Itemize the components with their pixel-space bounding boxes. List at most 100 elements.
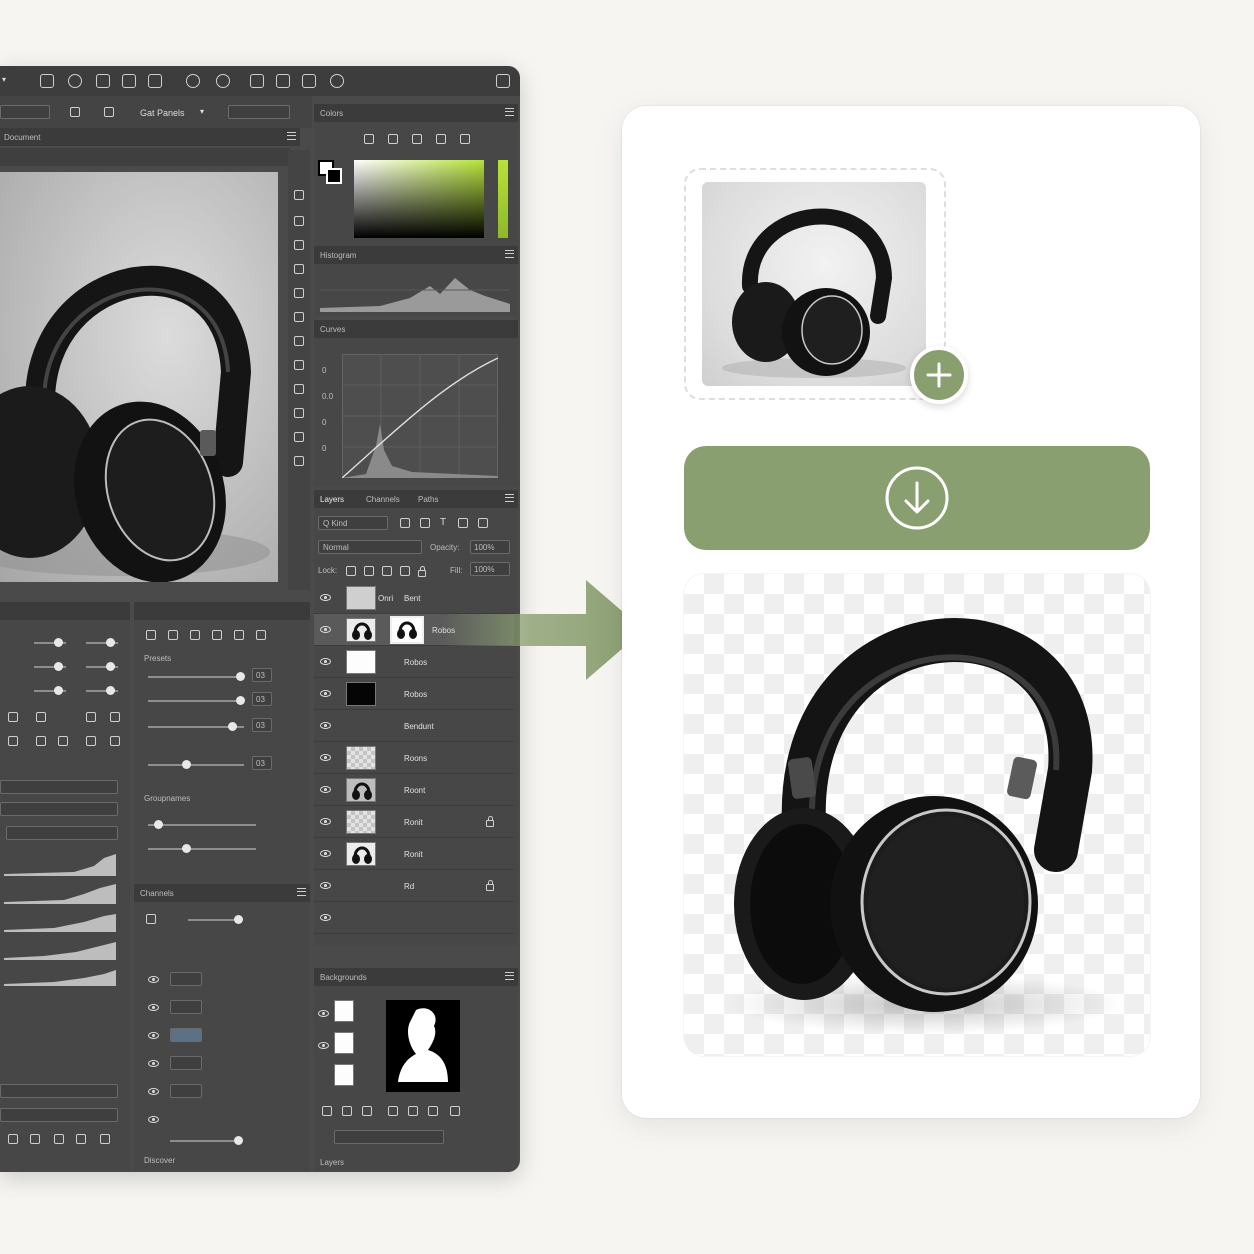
slider[interactable] (86, 686, 118, 695)
lock-artboard-icon[interactable] (400, 566, 410, 576)
transparent-result-preview[interactable] (684, 574, 1150, 1056)
channel-chip[interactable] (170, 1000, 202, 1014)
preset-circle-icon[interactable] (168, 630, 178, 640)
opacity-field[interactable]: 100% (470, 540, 510, 554)
option-icon[interactable] (8, 712, 18, 722)
layer-thumbnail[interactable] (346, 810, 376, 834)
option-icon[interactable] (110, 736, 120, 746)
option-icon[interactable] (110, 712, 120, 722)
shape-tool-icon[interactable] (294, 312, 304, 322)
hue-slider[interactable] (498, 160, 508, 238)
layer-row[interactable]: Robos (314, 678, 514, 710)
contrast-icon[interactable] (388, 134, 398, 144)
grid-icon[interactable] (96, 74, 110, 88)
mask-icon[interactable] (362, 1106, 372, 1116)
visibility-eye-icon[interactable] (148, 976, 159, 983)
layer-thumbnail[interactable] (346, 746, 376, 770)
selection-add-icon[interactable] (104, 107, 114, 117)
tab-paths[interactable]: Paths (418, 495, 438, 504)
bottom-icon[interactable] (76, 1134, 86, 1144)
layer-thumbnail[interactable] (346, 682, 376, 706)
channel-chip[interactable] (170, 972, 202, 986)
paint-tool-icon[interactable] (294, 336, 304, 346)
tab-layers[interactable]: Layers (320, 495, 344, 504)
move-tool-icon[interactable] (40, 74, 54, 88)
grid-alt-icon[interactable] (122, 74, 136, 88)
channel-dropdown[interactable] (6, 826, 118, 840)
channel-dropdown[interactable] (0, 780, 118, 794)
uploaded-image-thumbnail[interactable] (702, 182, 926, 386)
preset-dropdown[interactable] (0, 1084, 118, 1098)
filter-image-icon[interactable] (400, 518, 410, 528)
layer-lock-icon[interactable] (486, 880, 494, 891)
transform-icon[interactable] (148, 74, 162, 88)
tab-channels[interactable]: Channels (366, 495, 400, 504)
slider[interactable] (86, 662, 118, 671)
bottom-icon[interactable] (54, 1134, 64, 1144)
circle-select-icon[interactable] (186, 74, 200, 88)
layer-row[interactable] (314, 902, 514, 934)
layer-row[interactable]: Ronit (314, 806, 514, 838)
square-icon[interactable] (250, 74, 264, 88)
brush-tool-icon[interactable] (294, 190, 304, 200)
value-field[interactable]: 03 (252, 718, 272, 732)
folder-icon[interactable] (408, 1106, 418, 1116)
slider[interactable] (188, 915, 243, 924)
preset-dropdown[interactable] (0, 105, 50, 119)
menu-chevron-icon[interactable]: ▾ (2, 75, 6, 84)
filter-type-icon[interactable]: T (440, 517, 446, 528)
channel-chip[interactable] (170, 1084, 202, 1098)
layer-mask-thumbnail[interactable] (390, 616, 424, 644)
color-field[interactable] (354, 160, 484, 238)
preset-dropdown[interactable] (0, 1108, 118, 1122)
visibility-eye-icon[interactable] (320, 690, 331, 697)
mask-thumb[interactable] (334, 1000, 354, 1022)
slider[interactable] (148, 820, 256, 829)
circle-icon[interactable] (216, 74, 230, 88)
visibility-eye-icon[interactable] (320, 818, 331, 825)
value-field[interactable]: 03 (252, 756, 272, 770)
lasso-tool-icon[interactable] (294, 288, 304, 298)
trash-icon[interactable] (450, 1106, 460, 1116)
layer-thumbnail[interactable] (346, 842, 376, 866)
option-icon[interactable] (36, 712, 46, 722)
layer-thumbnail[interactable] (346, 586, 376, 610)
visibility-eye-icon[interactable] (148, 1060, 159, 1067)
mode-chevron-icon[interactable]: ▾ (200, 107, 204, 116)
option-icon[interactable] (8, 736, 18, 746)
preset-circle-icon[interactable] (234, 630, 244, 640)
preset-circle-icon[interactable] (146, 630, 156, 640)
layer-filter-dropdown[interactable]: Q Kind (318, 516, 388, 530)
selection-mode-icon[interactable] (70, 107, 80, 117)
option-icon[interactable] (86, 712, 96, 722)
option-icon[interactable] (36, 736, 46, 746)
smudge-tool-icon[interactable] (294, 384, 304, 394)
masks-menu-icon[interactable] (505, 972, 514, 980)
background-swatch[interactable] (326, 168, 342, 184)
slider[interactable] (34, 638, 66, 647)
visibility-eye-icon[interactable] (148, 1004, 159, 1011)
value-field[interactable]: 03 (252, 668, 272, 682)
visibility-eye-icon[interactable] (318, 1010, 329, 1017)
mode-label[interactable]: Gat Panels (140, 108, 185, 118)
curves-graph[interactable] (342, 354, 498, 478)
visibility-eye-icon[interactable] (320, 658, 331, 665)
ellipse-icon[interactable] (330, 74, 344, 88)
add-image-button[interactable] (910, 346, 968, 404)
download-button[interactable] (684, 446, 1150, 550)
layer-row[interactable]: Rd (314, 870, 514, 902)
square-alt-icon[interactable] (276, 74, 290, 88)
size-field[interactable] (228, 105, 290, 119)
picker-icon[interactable] (460, 134, 470, 144)
visibility-eye-icon[interactable] (320, 850, 331, 857)
fill-field[interactable]: 100% (470, 562, 510, 576)
visibility-eye-icon[interactable] (318, 1042, 329, 1049)
preset-circle-icon[interactable] (256, 630, 266, 640)
histogram-menu-icon[interactable] (505, 250, 514, 258)
visibility-eye-icon[interactable] (320, 914, 331, 921)
color-wheel-icon[interactable] (412, 134, 422, 144)
visibility-eye-icon[interactable] (148, 1088, 159, 1095)
blend-mode-dropdown[interactable]: Normal (318, 540, 422, 554)
bottom-icon[interactable] (30, 1134, 40, 1144)
visibility-eye-icon[interactable] (320, 882, 331, 889)
